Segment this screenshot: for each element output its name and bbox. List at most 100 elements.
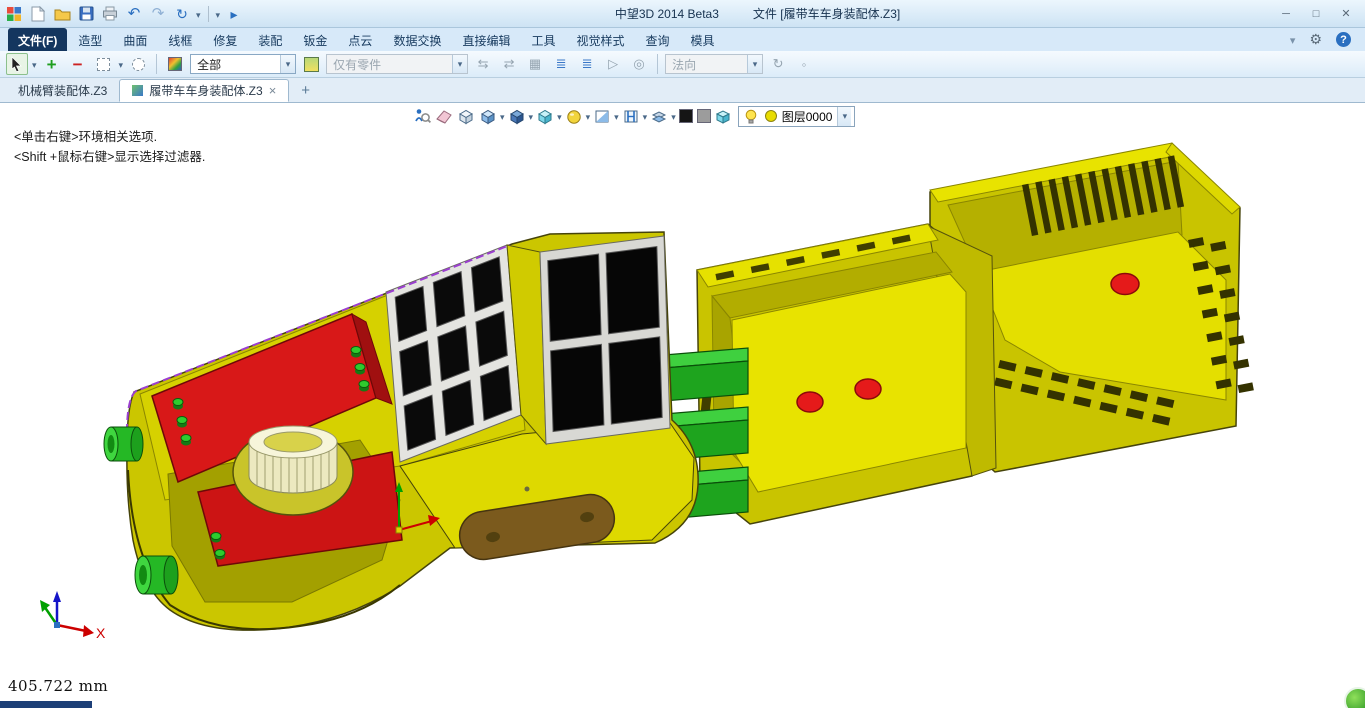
part-filter-caret-icon — [452, 55, 467, 73]
print-icon[interactable] — [100, 4, 120, 24]
corner-badge[interactable] — [1344, 687, 1365, 708]
hidden-line-caret-icon[interactable] — [529, 109, 534, 123]
grid-icon: ▦ — [524, 53, 546, 75]
settings-gear-icon[interactable] — [1309, 31, 1322, 48]
transparent-caret-icon[interactable] — [557, 109, 562, 123]
menu-repair[interactable]: 修复 — [203, 28, 247, 51]
shaded-caret-icon[interactable] — [500, 109, 505, 123]
doc-tab-1[interactable]: 机械臂装配体.Z3 — [6, 79, 119, 102]
cab-window-panel-right[interactable] — [540, 236, 670, 444]
regen-icon[interactable] — [172, 4, 192, 24]
menu-file[interactable]: 文件(F) — [8, 28, 67, 51]
pick-scope-icon[interactable] — [300, 53, 322, 75]
menu-direct-edit[interactable]: 直接编辑 — [452, 28, 520, 51]
layer-color-swatch[interactable] — [763, 105, 779, 127]
add-pick-icon[interactable] — [41, 53, 63, 75]
undo-icon[interactable] — [124, 4, 144, 24]
list-icon-1[interactable]: ≣ — [550, 53, 572, 75]
turret-bearing[interactable] — [233, 426, 353, 515]
circle-select-icon[interactable] — [127, 53, 149, 75]
redo-icon[interactable] — [148, 4, 168, 24]
entity-filter-value: 全部 — [191, 56, 280, 73]
new-tab-button[interactable] — [289, 79, 322, 102]
menu-pointcloud[interactable]: 点云 — [338, 28, 382, 51]
x-axis-label: X — [96, 625, 106, 641]
save-icon[interactable] — [76, 4, 96, 24]
shaded-cube-icon[interactable] — [478, 105, 498, 127]
menu-assembly[interactable]: 装配 — [248, 28, 292, 51]
layer-caret-icon[interactable] — [837, 107, 851, 126]
person-search-icon[interactable] — [412, 105, 432, 127]
entity-filter-caret-icon[interactable] — [280, 55, 295, 73]
selection-toolbar: 全部 仅有零件 ⇆ ⇄ ▦ ≣ ≣ ▷ ◎ 法向 ↻ ◦ — [0, 51, 1365, 78]
tracked-chassis[interactable] — [104, 232, 698, 630]
app-title: 中望3D 2014 Beta3 — [615, 5, 719, 22]
maximize-button[interactable]: □ — [1301, 4, 1331, 24]
eraser-icon[interactable] — [434, 105, 454, 127]
menu-inquire[interactable]: 查询 — [636, 28, 680, 51]
gray-color-swatch[interactable] — [696, 105, 712, 127]
assembly-3d-model[interactable]: X — [0, 103, 1365, 708]
help-icon[interactable] — [1336, 32, 1351, 47]
part-filter-value: 仅有零件 — [327, 56, 452, 73]
ribbon-collapse-icon[interactable] — [1290, 33, 1296, 47]
hint-line-1: <单击右键>环境相关选项. — [14, 127, 205, 147]
bulb-icon[interactable] — [742, 105, 760, 127]
sphere-display-icon[interactable] — [564, 105, 584, 127]
doc-tab-1-label: 机械臂装配体.Z3 — [18, 82, 107, 99]
model-viewport[interactable]: <单击右键>环境相关选项. <Shift +鼠标右键>显示选择过滤器. — [0, 103, 1365, 708]
entity-filter-select[interactable]: 全部 — [190, 54, 296, 74]
red-pin-front-2[interactable] — [855, 379, 881, 399]
open-file-icon[interactable] — [52, 4, 72, 24]
layers-icon[interactable] — [649, 105, 669, 127]
menu-surface[interactable]: 曲面 — [113, 28, 157, 51]
new-file-icon[interactable] — [28, 4, 48, 24]
remove-pick-icon[interactable] — [67, 53, 89, 75]
black-color-swatch[interactable] — [678, 105, 694, 127]
transparent-cube-icon[interactable] — [535, 105, 555, 127]
box-select-icon[interactable] — [93, 53, 115, 75]
document-tab-bar: 机械臂装配体.Z3 履带车车身装配体.Z3 — [0, 78, 1365, 103]
filter-color-icon[interactable] — [164, 53, 186, 75]
canvas-view-toolbar: 图层0000 — [412, 105, 855, 127]
menu-sheetmetal[interactable]: 钣金 — [293, 28, 337, 51]
regen-caret-icon[interactable] — [196, 7, 201, 21]
plane-caret-icon[interactable] — [643, 109, 648, 123]
pick-tool-icon[interactable] — [6, 53, 28, 75]
tab-close-icon[interactable] — [269, 83, 277, 98]
normal-flip-icon: ↻ — [767, 53, 789, 75]
menu-tools[interactable]: 工具 — [521, 28, 565, 51]
section-plane-icon[interactable] — [621, 105, 641, 127]
hint-line-2: <Shift +鼠标右键>显示选择过滤器. — [14, 147, 205, 167]
layer-select[interactable]: 图层0000 — [738, 106, 856, 127]
close-button[interactable]: ✕ — [1331, 4, 1361, 24]
section-view-icon[interactable] — [592, 105, 612, 127]
axle-stub-lower[interactable] — [135, 556, 178, 594]
menu-shape[interactable]: 造型 — [68, 28, 112, 51]
menu-visual-style[interactable]: 视觉样式 — [566, 28, 634, 51]
menu-wireframe[interactable]: 线框 — [158, 28, 202, 51]
layers-caret-icon[interactable] — [671, 109, 676, 123]
wireframe-cube-icon[interactable] — [456, 105, 476, 127]
sphere-caret-icon[interactable] — [586, 109, 591, 123]
pick-tool-caret-icon[interactable] — [32, 57, 37, 71]
minimize-button[interactable]: ─ — [1271, 4, 1301, 24]
customize-caret-icon[interactable] — [216, 7, 221, 21]
run-icon[interactable] — [224, 4, 244, 24]
hidden-line-cube-icon[interactable] — [507, 105, 527, 127]
menu-mold[interactable]: 模具 — [681, 28, 725, 51]
menu-data-exchange[interactable]: 数据交换 — [383, 28, 451, 51]
locating-pin — [525, 487, 530, 492]
section-caret-icon[interactable] — [614, 109, 619, 123]
align-icon-1: ⇆ — [472, 53, 494, 75]
cyan-cube-icon[interactable] — [714, 105, 732, 127]
red-pin-front-1[interactable] — [797, 392, 823, 412]
box-select-caret-icon[interactable] — [119, 57, 124, 71]
titlebar-separator — [208, 6, 209, 22]
doc-tab-2[interactable]: 履带车车身装配体.Z3 — [119, 79, 289, 102]
list-icon-2[interactable]: ≣ — [576, 53, 598, 75]
red-pin-rear[interactable] — [1111, 274, 1139, 295]
normal-select-caret-icon — [747, 55, 762, 73]
normal-select: 法向 — [665, 54, 763, 74]
axle-stub-upper[interactable] — [104, 427, 143, 461]
